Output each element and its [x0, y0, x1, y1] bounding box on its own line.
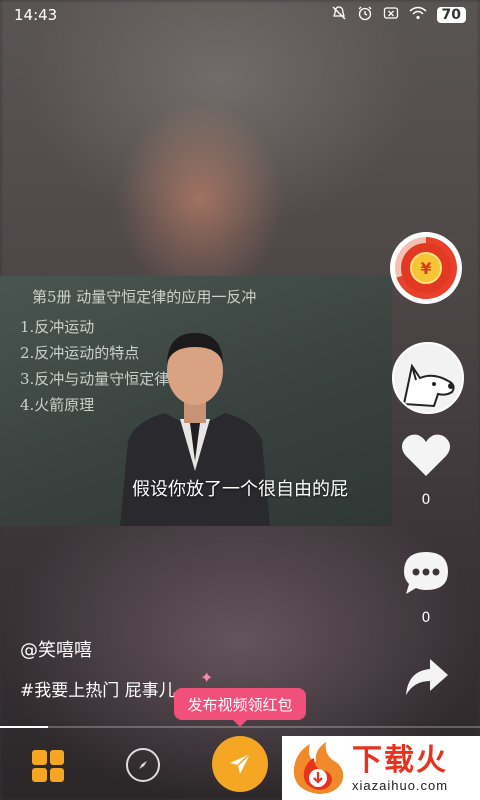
- watermark-logo: 下载火 xiazaihuo.com: [282, 736, 480, 800]
- share-arrow-icon: [406, 659, 448, 695]
- heart-icon: [402, 434, 450, 476]
- post-description[interactable]: #我要上热门 屁事儿: [20, 676, 176, 701]
- redpacket-progress-ring: ¥: [395, 237, 457, 299]
- compass-icon[interactable]: [126, 748, 160, 782]
- mute-icon: [331, 5, 347, 25]
- publish-button[interactable]: [212, 736, 268, 792]
- alarm-icon: [357, 5, 373, 25]
- like-button[interactable]: 0: [400, 432, 452, 508]
- like-count: 0: [421, 492, 431, 508]
- watermark-en: xiazaihuo.com: [352, 777, 449, 793]
- dog-avatar-icon: [394, 344, 462, 412]
- sim-off-icon: [383, 5, 399, 25]
- publish-reward-tooltip[interactable]: 发布视频领红包: [174, 688, 306, 727]
- home-grid-icon[interactable]: [32, 750, 64, 782]
- author-avatar[interactable]: [392, 342, 464, 414]
- author-name[interactable]: @笑嘻嘻: [20, 636, 92, 662]
- comment-button[interactable]: 0: [400, 550, 452, 626]
- board-line: 1.反冲运动: [20, 318, 95, 336]
- board-title: 第5册 动量守恒定律的应用一反冲: [32, 288, 257, 306]
- coin-icon: ¥: [410, 252, 442, 284]
- flame-logo-icon: [288, 740, 348, 796]
- share-button[interactable]: [402, 657, 450, 703]
- status-icons: 70: [331, 5, 466, 25]
- status-bar: 14:43 70: [0, 0, 480, 30]
- watermark-cn: 下载火: [352, 742, 448, 778]
- sparkle-icon: ✦: [200, 668, 214, 687]
- comment-count: 0: [421, 610, 431, 626]
- status-time: 14:43: [14, 6, 58, 24]
- redpacket-button[interactable]: ¥: [390, 232, 462, 304]
- wifi-icon: [409, 6, 427, 24]
- battery-icon: 70: [436, 7, 466, 23]
- comment-icon: [404, 552, 448, 594]
- paper-plane-icon: [230, 753, 251, 774]
- board-line: 4.火箭原理: [20, 396, 95, 414]
